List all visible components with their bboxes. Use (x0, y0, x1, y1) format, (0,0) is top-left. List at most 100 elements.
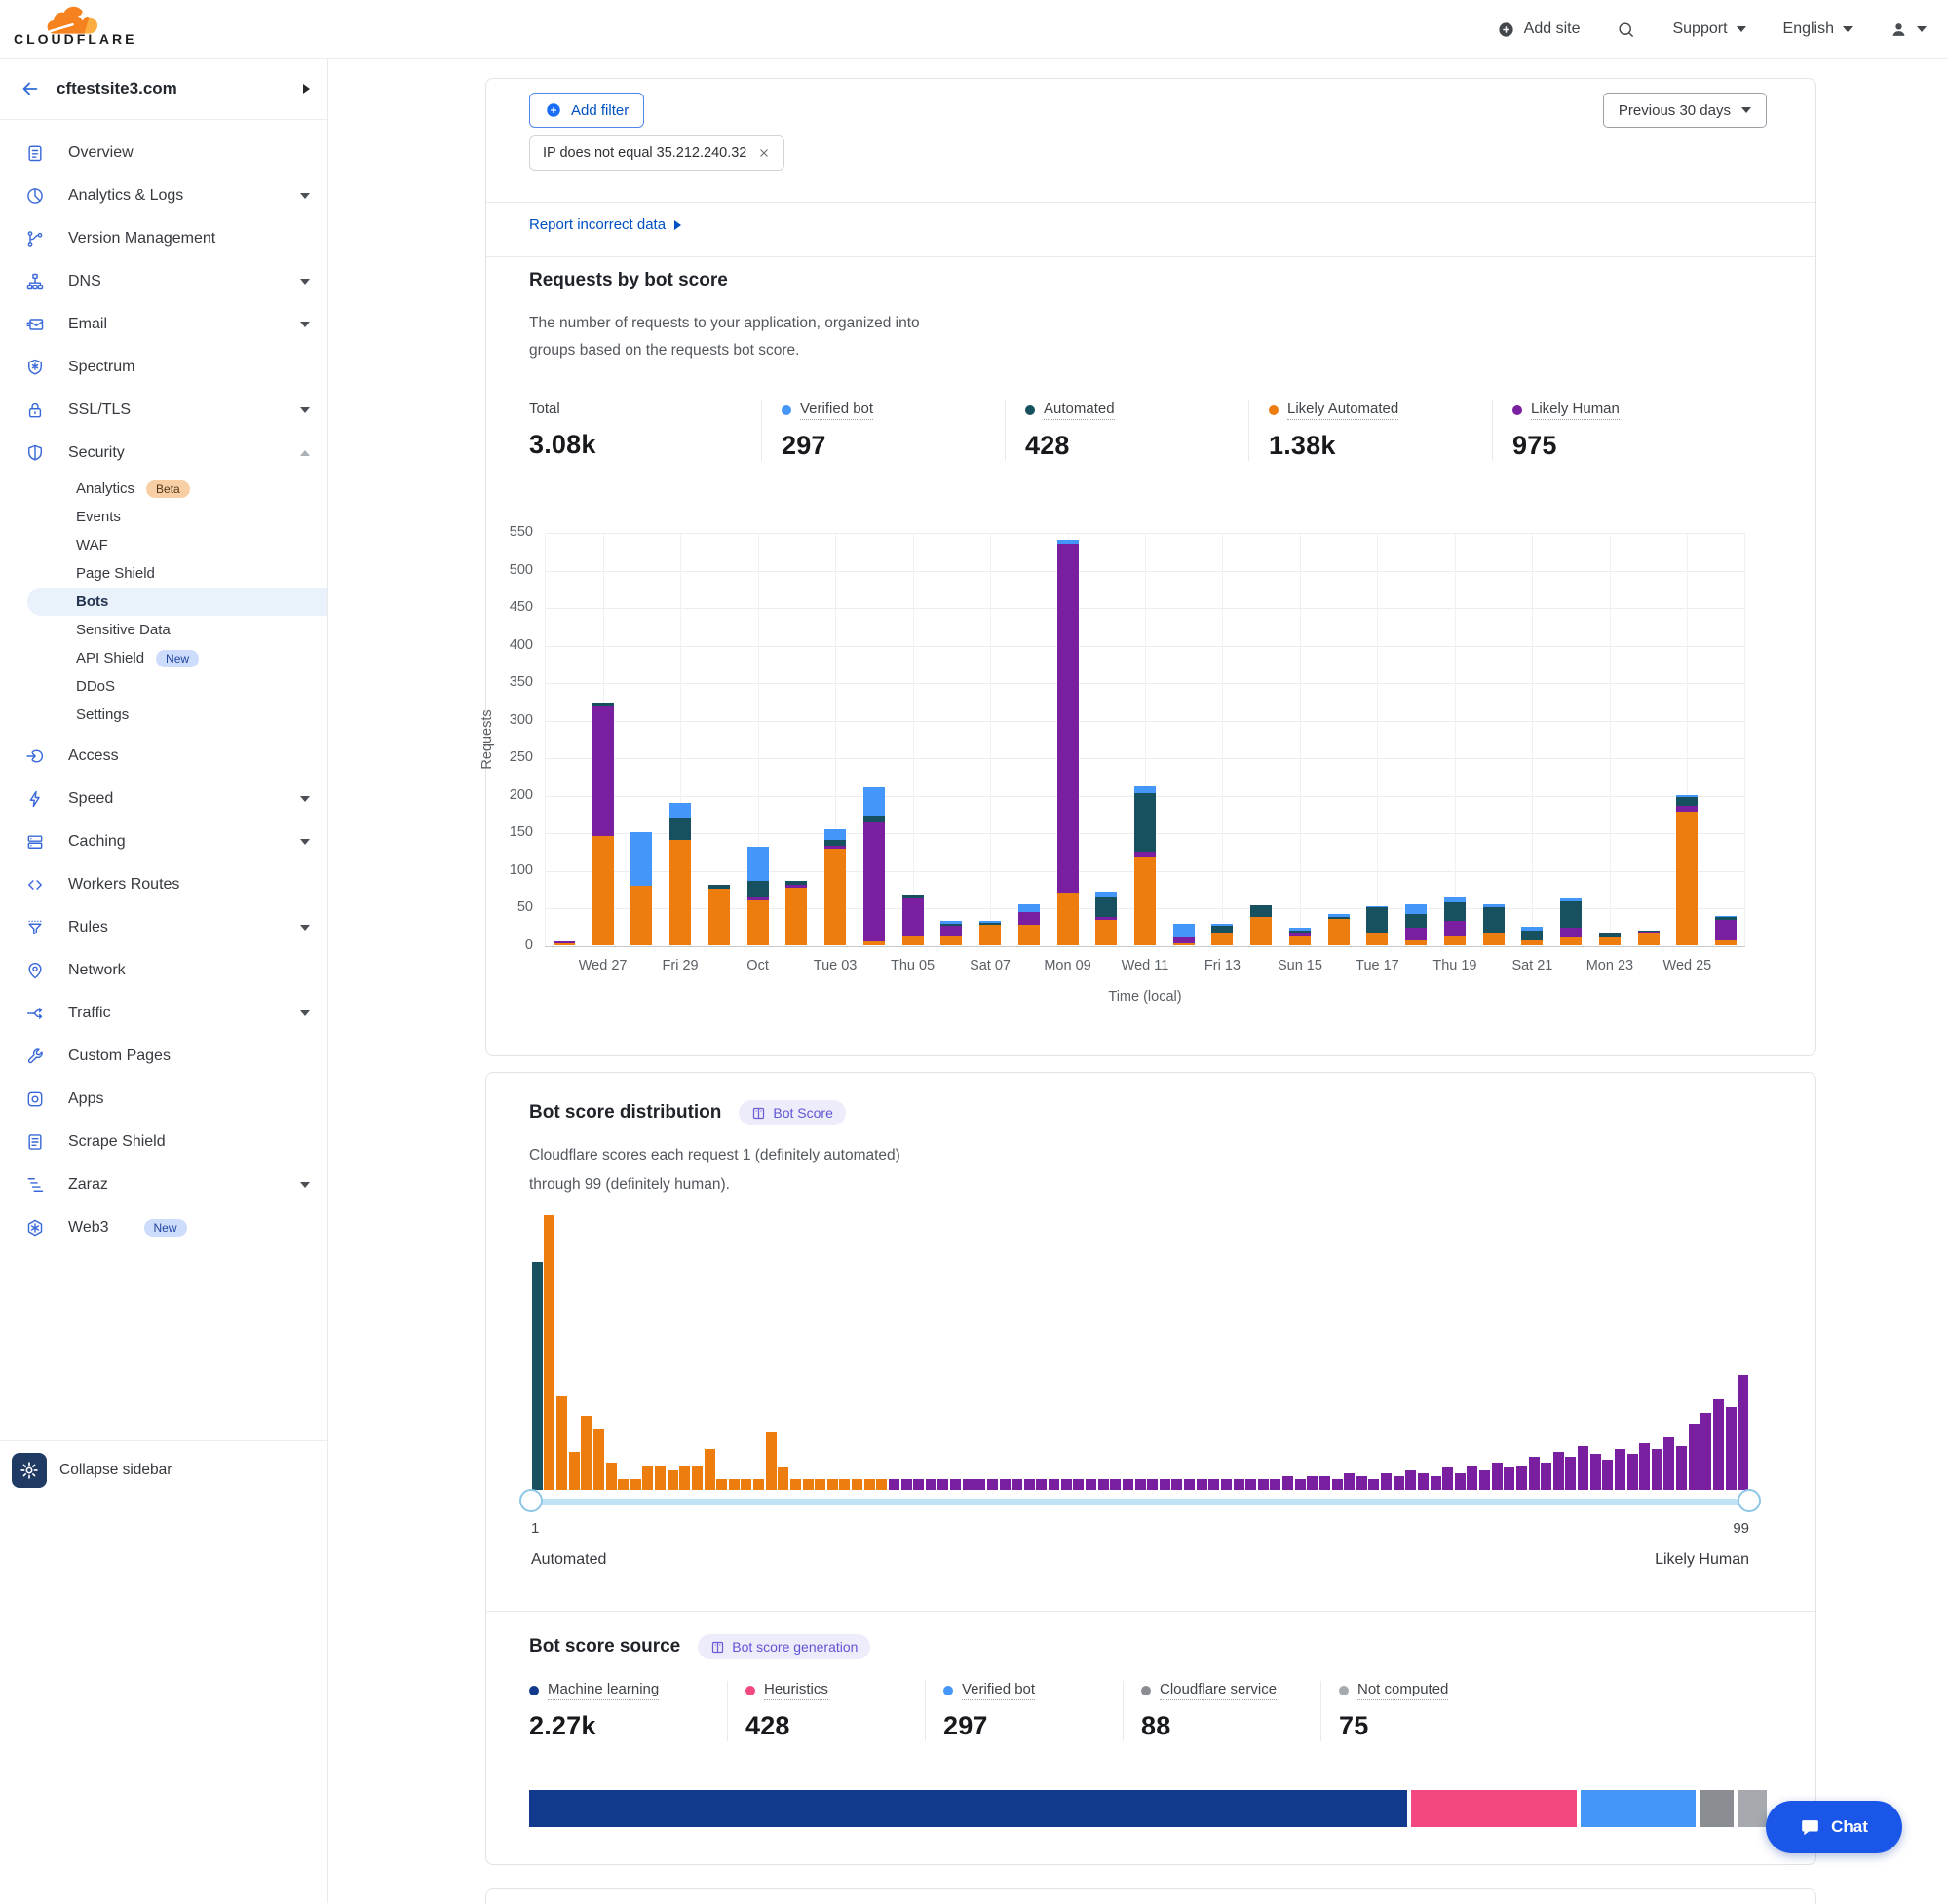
stat-value: 2.27k (529, 1711, 727, 1741)
sidebar-item-traffic[interactable]: Traffic (0, 992, 327, 1035)
sidebar-item-ddos[interactable]: DDoS (0, 672, 327, 701)
score-slider-track[interactable] (531, 1499, 1749, 1505)
site-switcher-caret-icon[interactable] (303, 84, 310, 94)
sidebar-item-workers-routes[interactable]: Workers Routes (0, 863, 327, 906)
x-tick-label: Mon 09 (1023, 958, 1113, 973)
sidebar-item-email[interactable]: Email (0, 303, 327, 346)
hist-bar-score-63 (1295, 1479, 1306, 1490)
chat-button[interactable]: Chat (1766, 1801, 1902, 1853)
sidebar-item-version-management[interactable]: Version Management (0, 217, 327, 260)
hist-bar-score-83 (1541, 1463, 1551, 1490)
score-slider-handle-min[interactable] (519, 1489, 543, 1512)
stat-automated: Automated428 (1005, 400, 1248, 461)
sidebar-item-speed[interactable]: Speed (0, 778, 327, 820)
stat-label[interactable]: Verified bot (943, 1681, 1035, 1700)
slider-right-label: Likely Human (1655, 1551, 1749, 1569)
stat-label[interactable]: Verified bot (782, 400, 873, 420)
search-button[interactable] (1617, 20, 1635, 39)
sidebar-item-analytics-logs[interactable]: Analytics & Logs (0, 174, 327, 217)
back-arrow-icon[interactable] (19, 78, 41, 99)
segment-automated (1250, 905, 1272, 917)
stat-label[interactable]: Likely Human (1512, 400, 1620, 420)
stacked-bar-sep-26 (554, 941, 575, 945)
branch-icon (25, 229, 45, 248)
x-tick-label: Wed 25 (1642, 958, 1732, 973)
time-range-dropdown[interactable]: Previous 30 days (1603, 93, 1767, 128)
sidebar-item-overview[interactable]: Overview (0, 132, 327, 174)
segment-automated (979, 923, 1001, 925)
hist-bar-score-57 (1221, 1479, 1232, 1490)
segment-likely-automated (1173, 943, 1195, 945)
distribution-description: Cloudflare scores each request 1 (defini… (529, 1147, 900, 1164)
sidebar-item-caching[interactable]: Caching (0, 820, 327, 863)
remove-filter-icon[interactable] (757, 146, 771, 160)
settings-gear-button[interactable] (12, 1453, 47, 1488)
sidebar-item-api-shield[interactable]: API ShieldNew (0, 644, 327, 672)
gridline-v (1532, 533, 1533, 946)
stat-label[interactable]: Cloudflare service (1141, 1681, 1277, 1700)
sidebar-item-events[interactable]: Events (0, 503, 327, 531)
segment-automated (1328, 917, 1350, 919)
dns-tree-icon (25, 272, 45, 291)
stat-label[interactable]: Not computed (1339, 1681, 1448, 1700)
segment-automated (1134, 793, 1156, 853)
sidebar-item-bots[interactable]: Bots (0, 588, 327, 616)
sidebar-item-apps[interactable]: Apps (0, 1078, 327, 1121)
sidebar-item-spectrum[interactable]: Spectrum (0, 346, 327, 389)
sidebar-item-custom-pages[interactable]: Custom Pages (0, 1035, 327, 1078)
segment-likely-human (863, 822, 885, 941)
segment-automated (1444, 902, 1466, 921)
stat-label[interactable]: Automated (1025, 400, 1115, 420)
segment-likely-automated (1057, 893, 1079, 945)
segment-likely-human (940, 926, 962, 936)
sidebar-item-dns[interactable]: DNS (0, 260, 327, 303)
support-menu[interactable]: Support (1672, 20, 1745, 38)
map-pin-icon (25, 961, 45, 980)
segment-automated (902, 895, 924, 898)
collapse-sidebar-button[interactable]: Collapse sidebar (59, 1462, 172, 1479)
stacked-bar-oct-24 (1638, 931, 1660, 945)
add-site-button[interactable]: Add site (1497, 20, 1581, 39)
api-shield-badge: New (156, 650, 199, 667)
sidebar-item-page-shield[interactable]: Page Shield (0, 559, 327, 588)
sidebar-item-zaraz[interactable]: Zaraz (0, 1163, 327, 1206)
segment-likely-human (1134, 852, 1156, 857)
bot-score-badge[interactable]: Bot Score (739, 1100, 845, 1125)
language-menu[interactable]: English (1783, 20, 1853, 38)
stat-label[interactable]: Heuristics (745, 1681, 828, 1700)
hist-bar-score-40 (1012, 1479, 1022, 1490)
sidebar-item-web3[interactable]: Web3New (0, 1206, 327, 1249)
wrench-icon (25, 1047, 45, 1066)
stacked-bar-oct-21 (1521, 927, 1543, 945)
sidebar-item-access[interactable]: Access (0, 735, 327, 778)
account-menu[interactable] (1890, 20, 1927, 39)
sidebar-item-ssl-tls[interactable]: SSL/TLS (0, 389, 327, 432)
segment-likely-human (1173, 937, 1195, 943)
score-slider-handle-max[interactable] (1738, 1489, 1761, 1512)
sidebar-item-scrape-shield[interactable]: Scrape Shield (0, 1121, 327, 1163)
segment-automated (1366, 907, 1388, 933)
hist-bar-score-91 (1639, 1443, 1650, 1490)
stat-label[interactable]: Likely Automated (1269, 400, 1398, 420)
segment-likely-human (1057, 544, 1079, 893)
stat-label[interactable]: Total (529, 400, 560, 419)
sidebar-item-settings[interactable]: Settings (0, 701, 327, 729)
sidebar-item-rules[interactable]: Rules (0, 906, 327, 949)
bot-score-generation-badge[interactable]: Bot score generation (698, 1634, 870, 1659)
sidebar-item-sensitive-data[interactable]: Sensitive Data (0, 616, 327, 644)
sidebar-item-security[interactable]: Security (0, 432, 327, 475)
stat-value: 428 (745, 1711, 925, 1741)
segment-likely-automated (1018, 925, 1040, 945)
sidebar-item-waf[interactable]: WAF (0, 531, 327, 559)
add-filter-button[interactable]: Add filter (529, 93, 644, 128)
segment-likely-human (1483, 933, 1505, 934)
hist-bar-score-51 (1147, 1479, 1158, 1490)
filter-chip[interactable]: IP does not equal 35.212.240.32 (529, 135, 784, 171)
stat-label[interactable]: Machine learning (529, 1681, 659, 1700)
stacked-bar-sep-29 (669, 803, 691, 945)
x-tick-label: Thu 05 (868, 958, 958, 973)
segment-likely-automated (669, 840, 691, 945)
sidebar-item-network[interactable]: Network (0, 949, 327, 992)
sidebar-item-analytics[interactable]: AnalyticsBeta (0, 475, 327, 503)
report-incorrect-data-link[interactable]: Report incorrect data (529, 216, 681, 233)
